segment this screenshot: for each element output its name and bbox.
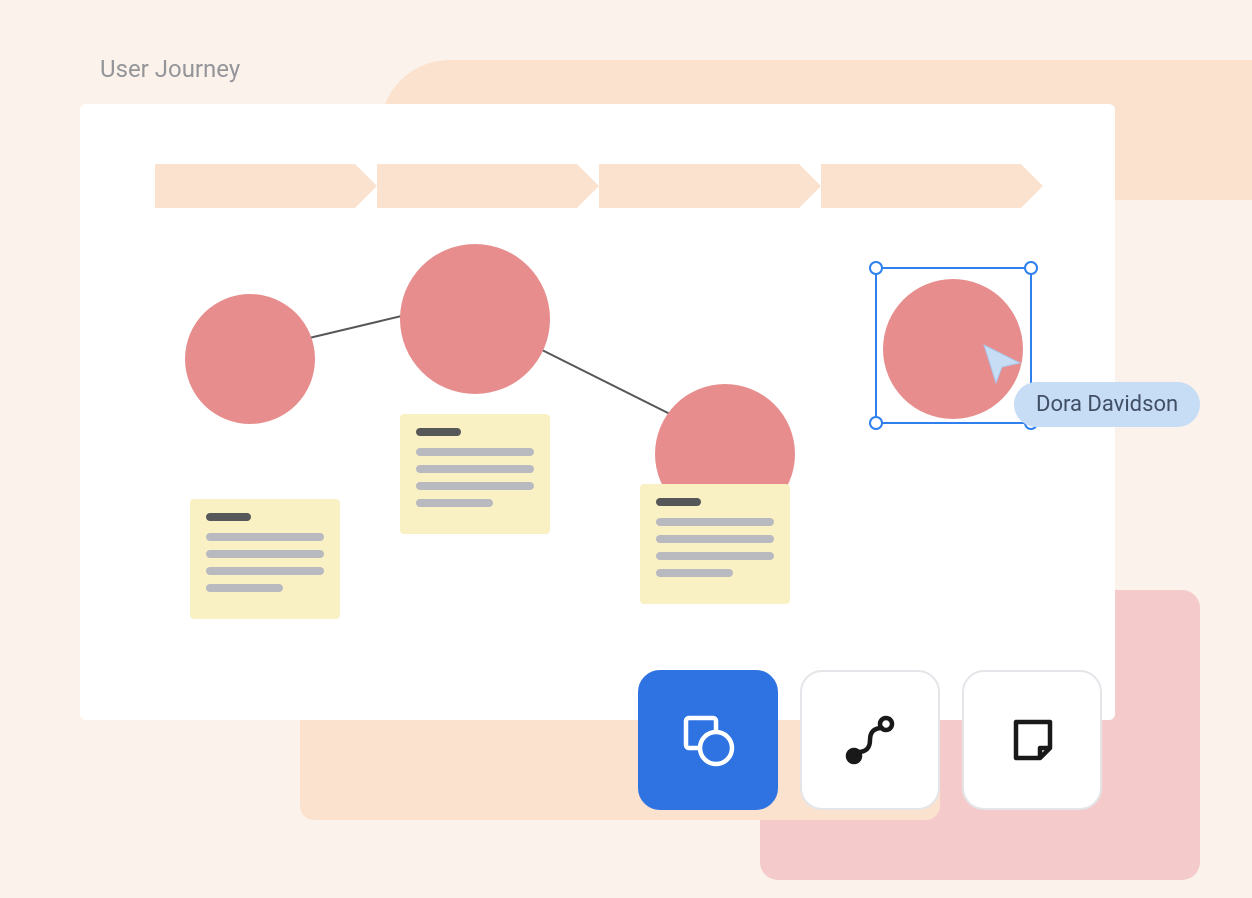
resize-handle[interactable] bbox=[1024, 261, 1038, 275]
toolbar bbox=[638, 670, 1102, 810]
shapes-tool-button[interactable] bbox=[638, 670, 778, 810]
stage-arrow[interactable] bbox=[599, 164, 799, 208]
sticky-note[interactable] bbox=[400, 414, 550, 534]
collaborator-label: Dora Davidson bbox=[1014, 382, 1200, 427]
journey-stages-row bbox=[155, 164, 1021, 208]
journey-node[interactable] bbox=[185, 294, 315, 424]
resize-handle[interactable] bbox=[869, 261, 883, 275]
stage-arrow[interactable] bbox=[377, 164, 577, 208]
page-title: User Journey bbox=[100, 55, 240, 83]
connector-icon bbox=[842, 712, 898, 768]
sticky-note-tool-button[interactable] bbox=[962, 670, 1102, 810]
whiteboard-canvas[interactable]: Dora Davidson bbox=[80, 104, 1115, 720]
stage-arrow[interactable] bbox=[821, 164, 1021, 208]
stage-arrow[interactable] bbox=[155, 164, 355, 208]
shapes-icon bbox=[678, 710, 738, 770]
journey-node[interactable] bbox=[400, 244, 550, 394]
resize-handle[interactable] bbox=[869, 416, 883, 430]
connector-tool-button[interactable] bbox=[800, 670, 940, 810]
sticky-note[interactable] bbox=[640, 484, 790, 604]
sticky-note-icon bbox=[1006, 714, 1058, 766]
sticky-note[interactable] bbox=[190, 499, 340, 619]
collaborator-cursor-icon bbox=[980, 341, 1024, 385]
